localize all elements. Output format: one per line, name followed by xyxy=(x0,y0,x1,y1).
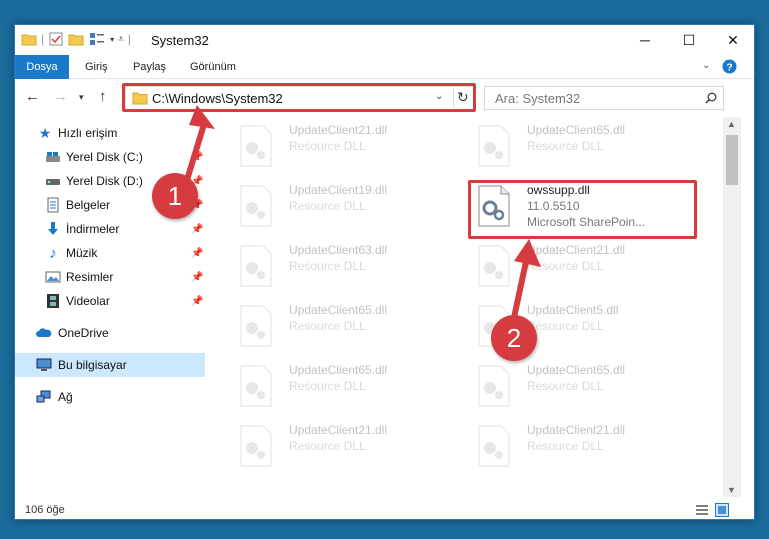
callout-two: 2 xyxy=(491,315,537,361)
arrow-head-2 xyxy=(514,239,541,267)
callout-one: 1 xyxy=(152,173,198,219)
explorer-window: | ▾ ⩡ | System32 ─ ☐ ✕ Dosya Giriş Payla… xyxy=(14,24,755,520)
arrow-head-1 xyxy=(189,105,215,129)
annotation-arrows xyxy=(180,105,541,328)
